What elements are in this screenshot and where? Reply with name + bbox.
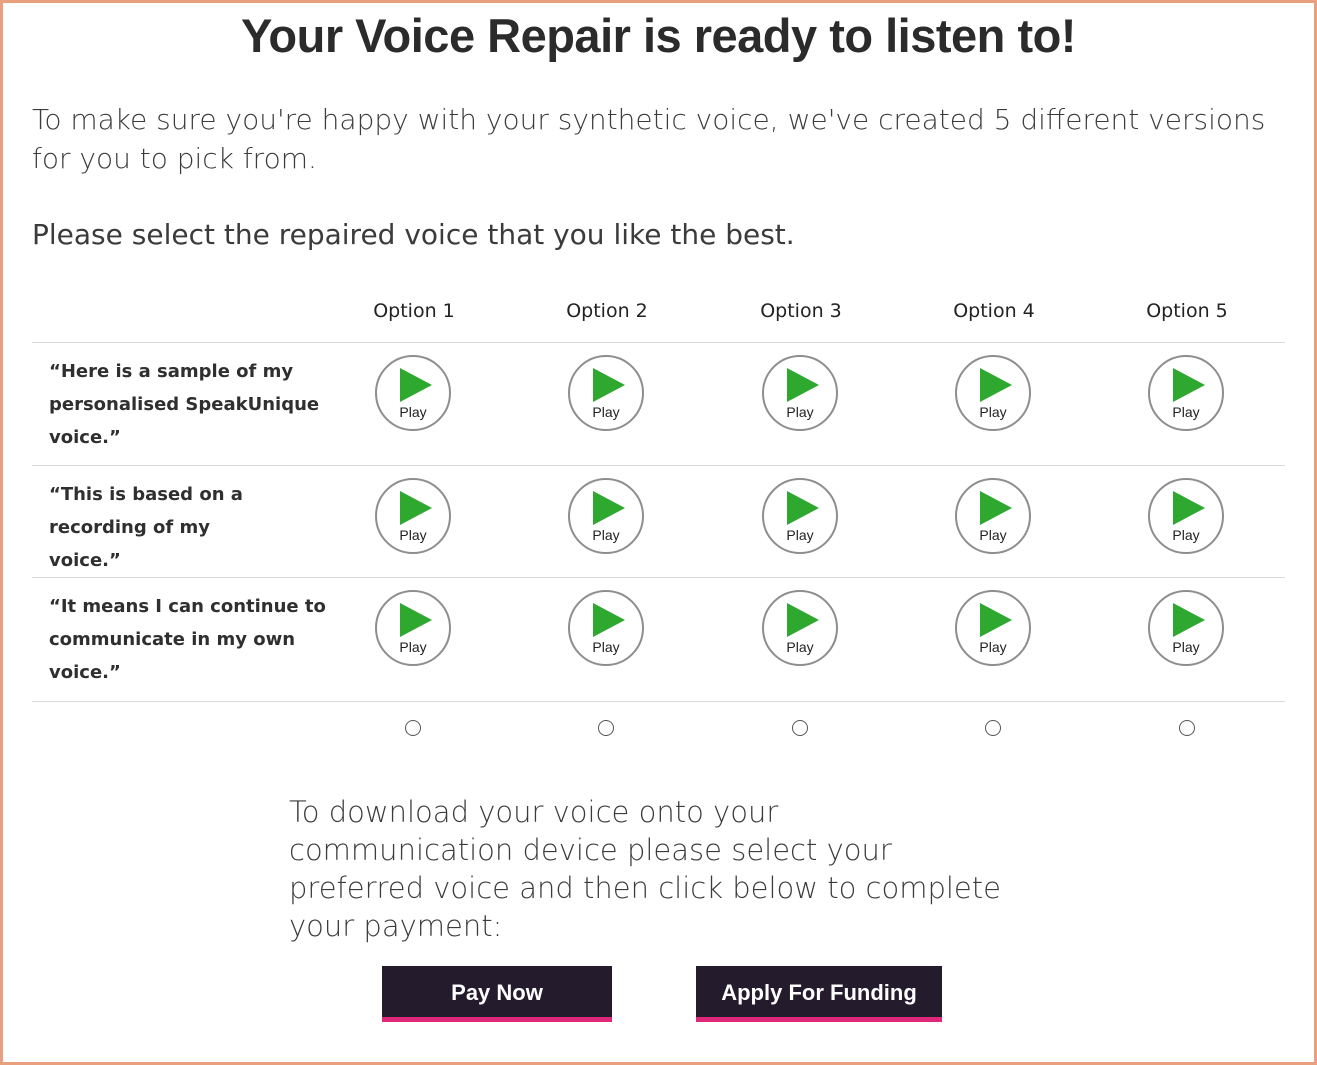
play-label: Play: [592, 527, 620, 543]
play-label: Play: [1172, 404, 1200, 420]
option-header-4: Option 4: [953, 300, 1035, 322]
play-button-row3-option5[interactable]: Play: [1148, 590, 1224, 666]
play-label: Play: [786, 527, 814, 543]
download-instructions: To download your voice onto your communi…: [289, 795, 1001, 943]
option-header-3: Option 3: [760, 300, 842, 322]
apply-for-funding-button[interactable]: Apply For Funding: [696, 966, 942, 1022]
pay-now-button[interactable]: Pay Now: [382, 966, 612, 1022]
play-button-row2-option5[interactable]: Play: [1148, 478, 1224, 554]
play-icon: [980, 368, 1012, 402]
play-icon: [787, 368, 819, 402]
play-button-row3-option4[interactable]: Play: [955, 590, 1031, 666]
play-icon: [593, 603, 625, 637]
play-button-row1-option5[interactable]: Play: [1148, 355, 1224, 431]
play-icon: [787, 603, 819, 637]
play-label: Play: [786, 639, 814, 655]
play-button-row1-option1[interactable]: Play: [375, 355, 451, 431]
table-divider: [32, 342, 1285, 343]
play-button-row2-option1[interactable]: Play: [375, 478, 451, 554]
play-label: Play: [399, 404, 427, 420]
option-header-2: Option 2: [566, 300, 648, 322]
play-icon: [400, 368, 432, 402]
play-label: Play: [399, 639, 427, 655]
play-label: Play: [979, 527, 1007, 543]
select-prompt: Please select the repaired voice that yo…: [32, 218, 795, 251]
play-button-row2-option2[interactable]: Play: [568, 478, 644, 554]
play-icon: [1173, 603, 1205, 637]
play-icon: [593, 368, 625, 402]
play-label: Play: [786, 404, 814, 420]
play-icon: [400, 603, 432, 637]
intro-text: To make sure you're happy with your synt…: [32, 103, 1266, 175]
radio-option-2[interactable]: [598, 720, 614, 736]
page-title: Your Voice Repair is ready to listen to!: [241, 9, 1076, 62]
play-button-row2-option3[interactable]: Play: [762, 478, 838, 554]
row-quote-1: “Here is a sample of my personalised Spe…: [49, 361, 320, 448]
play-button-row1-option2[interactable]: Play: [568, 355, 644, 431]
play-icon: [1173, 368, 1205, 402]
play-label: Play: [979, 639, 1007, 655]
play-button-row2-option4[interactable]: Play: [955, 478, 1031, 554]
row-quote-2: “This is based on a recording of my voic…: [49, 484, 243, 571]
play-label: Play: [592, 404, 620, 420]
radio-option-1[interactable]: [405, 720, 421, 736]
play-button-row3-option2[interactable]: Play: [568, 590, 644, 666]
play-label: Play: [979, 404, 1007, 420]
play-icon: [1173, 491, 1205, 525]
table-divider: [32, 465, 1285, 466]
option-header-1: Option 1: [373, 300, 455, 322]
play-icon: [980, 603, 1012, 637]
row-quote-3: “It means I can continue to communicate …: [49, 596, 326, 683]
play-label: Play: [399, 527, 427, 543]
play-button-row1-option3[interactable]: Play: [762, 355, 838, 431]
radio-option-3[interactable]: [792, 720, 808, 736]
play-icon: [593, 491, 625, 525]
play-icon: [980, 491, 1012, 525]
play-button-row1-option4[interactable]: Play: [955, 355, 1031, 431]
radio-option-4[interactable]: [985, 720, 1001, 736]
play-icon: [787, 491, 819, 525]
radio-option-5[interactable]: [1179, 720, 1195, 736]
table-divider: [32, 577, 1285, 578]
play-icon: [400, 491, 432, 525]
table-divider: [32, 701, 1285, 702]
play-label: Play: [1172, 639, 1200, 655]
play-label: Play: [1172, 527, 1200, 543]
play-button-row3-option3[interactable]: Play: [762, 590, 838, 666]
option-header-5: Option 5: [1146, 300, 1228, 322]
play-button-row3-option1[interactable]: Play: [375, 590, 451, 666]
play-label: Play: [592, 639, 620, 655]
